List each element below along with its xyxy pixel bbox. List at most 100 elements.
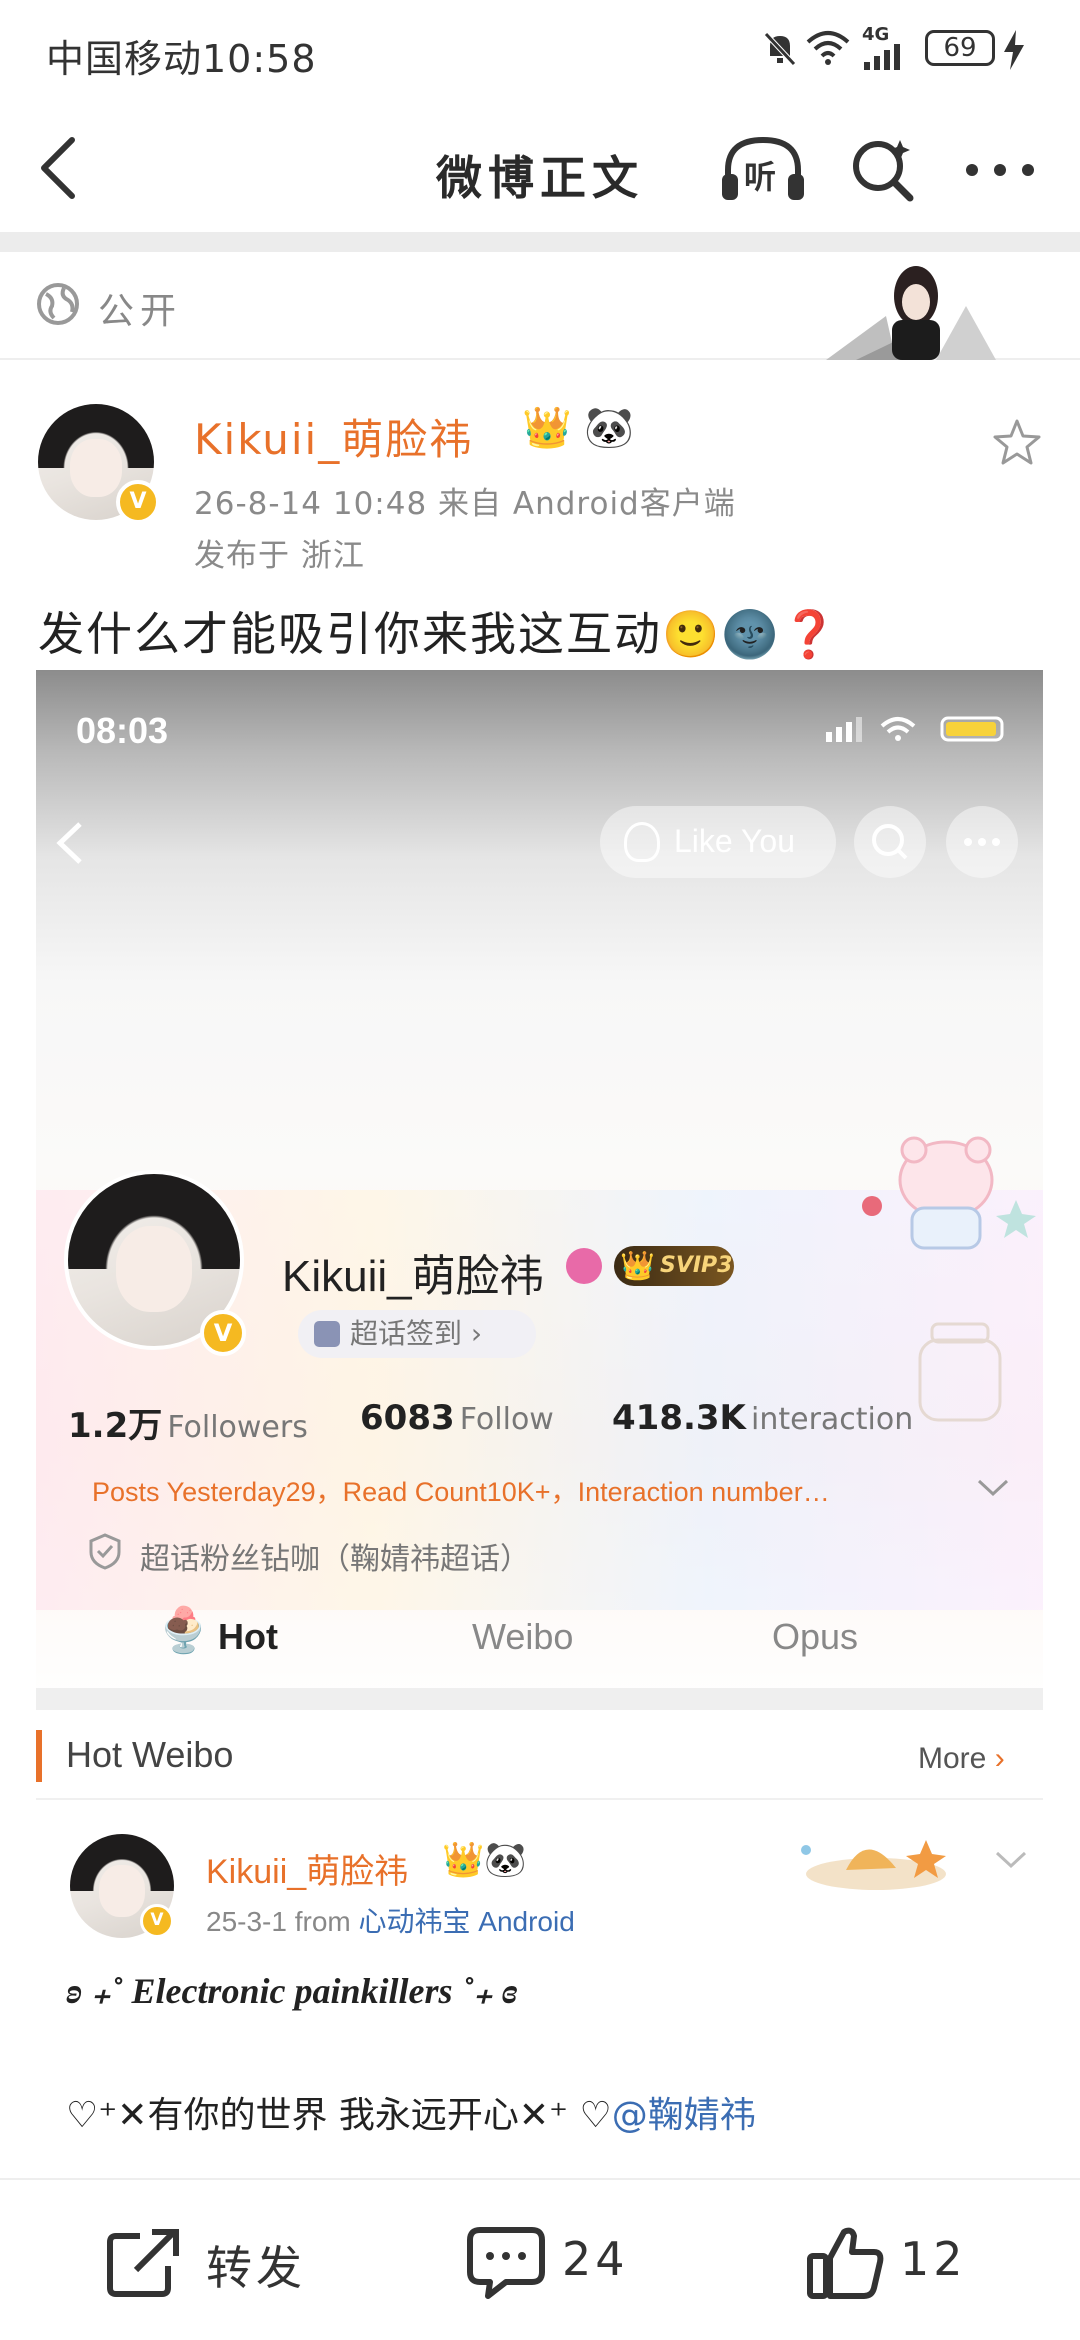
section-accent [36,1730,42,1782]
thumbs-up-icon [807,2227,884,2299]
panda-badge-icon: 🐼 [584,405,634,451]
post-image[interactable]: 08:03 Like You V Kikuii_萌脸祎 👑 SVIP3 超话签到 … [36,670,1043,2210]
fan-line: 超话粉丝钻咖（鞠婧祎超话） [140,1542,530,1577]
hot-tab-sticker-icon: 🍨 [156,1605,211,1656]
post-text: 发什么才能吸引你来我这互动🙂🌚❓ [38,598,840,664]
checkin-label: 超话签到 › [350,1317,483,1350]
svip-crown-icon: 👑 [620,1249,655,1282]
hot-post-source: 心动祎宝 Android [358,1906,575,1937]
status-bar: 中国移动10:58 4G 69 [0,0,1080,100]
shell-sticker-icon [801,1840,946,1890]
shield-icon [89,1533,121,1570]
bear-sticker-icon [862,1136,1036,1250]
top-nav: 微博正文 听 [0,100,1080,232]
summary-chevron-icon [977,1479,1009,1497]
embedded-search-icon [872,824,908,860]
wifi-icon [806,31,850,65]
author-name[interactable]: Kikuii_萌脸祎 [194,406,473,467]
section-divider [36,1688,1043,1710]
search-icon[interactable] [850,136,916,202]
hot-post-verified-badge: V [140,1904,174,1938]
comment-icon [467,2227,545,2299]
hot-post-author: Kikuii_萌脸祎 [206,1853,409,1891]
hot-post-badges: 👑🐼 [442,1840,527,1880]
decor-sticker [826,256,996,360]
post-text-body: 发什么才能吸引你来我这互动 [38,607,662,661]
verified-badge: V [116,480,160,524]
like-count: 12 [900,2232,967,2286]
repost-label: 转发 [206,2241,306,2295]
more-link: More › [918,1742,1005,1776]
post-time-source: 26-8-14 10:48 来自 Android客户端 [194,486,736,522]
divider [0,232,1080,252]
emoji-question: ❓ [780,607,840,661]
avatar-face [70,438,122,497]
like-button[interactable]: 12 [800,2180,1000,2340]
hot-post-meta: 25-3-1 from 心动祎宝 Android [206,1900,575,1940]
page-title: 微博正文 [436,151,644,205]
hot-post-line2-text: ♡⁺✕有你的世界 我永远开心✕⁺ ♡ [66,2095,612,2136]
tab-weibo: Weibo [472,1616,574,1657]
tab-opus: Opus [772,1616,859,1657]
charging-icon [1004,30,1024,70]
embedded-time: 08:03 [76,710,169,751]
like-you-pill: Like You [600,806,836,878]
profile-verified-badge: V [200,1310,246,1356]
network-type: 4G [862,24,890,45]
battery-icon: 69 [925,30,995,66]
follow-count: 6083 [360,1398,455,1438]
comment-button[interactable]: 24 [460,2180,680,2340]
interaction-count: 418.3K [612,1398,746,1438]
hot-weibo-title: Hot Weibo [66,1734,234,1775]
emoji-moon: 🌚 [721,607,781,661]
hot-post-avatar-face [99,1865,145,1918]
hand-icon [624,822,660,862]
follow-label: Follow [459,1402,554,1437]
bottom-action-bar: 转发 24 12 [0,2178,1080,2340]
hot-post-chevron-icon [995,1851,1027,1869]
emoji-smile: 🙂 [662,607,722,661]
svip-badge: 👑 SVIP3 [614,1246,734,1286]
repost-button[interactable]: 转发 [100,2180,340,2340]
jar-sticker-icon [918,1322,1002,1422]
calendar-icon [314,1321,340,1347]
profile-name: Kikuii_萌脸祎 [282,1252,544,1301]
repost-icon [107,2229,179,2297]
svip-label: SVIP3 [660,1253,733,1278]
hot-post-mention: @鞠婧祎 [611,2095,756,2136]
visibility-row: 公开 [0,252,1080,360]
listen-button[interactable]: 听 [720,134,806,204]
more-icon[interactable] [964,160,1036,180]
favorite-star-icon[interactable] [992,418,1042,466]
stat-interaction: 418.3K interaction [612,1398,913,1438]
profile-avatar-face [116,1225,192,1312]
comment-count: 24 [562,2232,629,2286]
signal-icon [864,44,900,70]
listen-label: 听 [744,158,777,196]
like-you-label: Like You [674,823,796,859]
hot-post-line2: ♡⁺✕有你的世界 我永远开心✕⁺ ♡@鞠婧祎 [66,2086,756,2138]
battery-level: 69 [943,33,977,63]
posts-summary: Posts Yesterday29，Read Count10K+，Interac… [92,1477,830,1507]
bell-mute-icon [764,32,796,66]
embedded-back-icon [56,822,82,864]
tab-hot: Hot [218,1616,278,1657]
globe-icon [37,283,79,325]
stat-follow: 6083 Follow [360,1398,554,1438]
followers-label: Followers [167,1410,308,1445]
crown-badge-icon: 👑 [522,405,572,451]
interaction-label: interaction [751,1402,914,1437]
post-location: 发布于 浙江 [194,538,365,574]
carrier-time: 中国移动10:58 [46,37,317,81]
more-label: More [918,1742,987,1775]
visibility-label: 公开 [98,291,183,332]
followers-count: 1.2万 [68,1406,163,1446]
checkin-chip: 超话签到 › [298,1310,536,1358]
triangle-decor-icon [826,266,996,360]
female-icon [566,1248,602,1284]
stat-followers: 1.2万 Followers [68,1398,308,1447]
hot-divider [36,1798,1043,1800]
embedded-search [854,806,926,878]
embedded-status-icons [826,716,1004,742]
hot-post-date: 25-3-1 from [206,1906,351,1937]
